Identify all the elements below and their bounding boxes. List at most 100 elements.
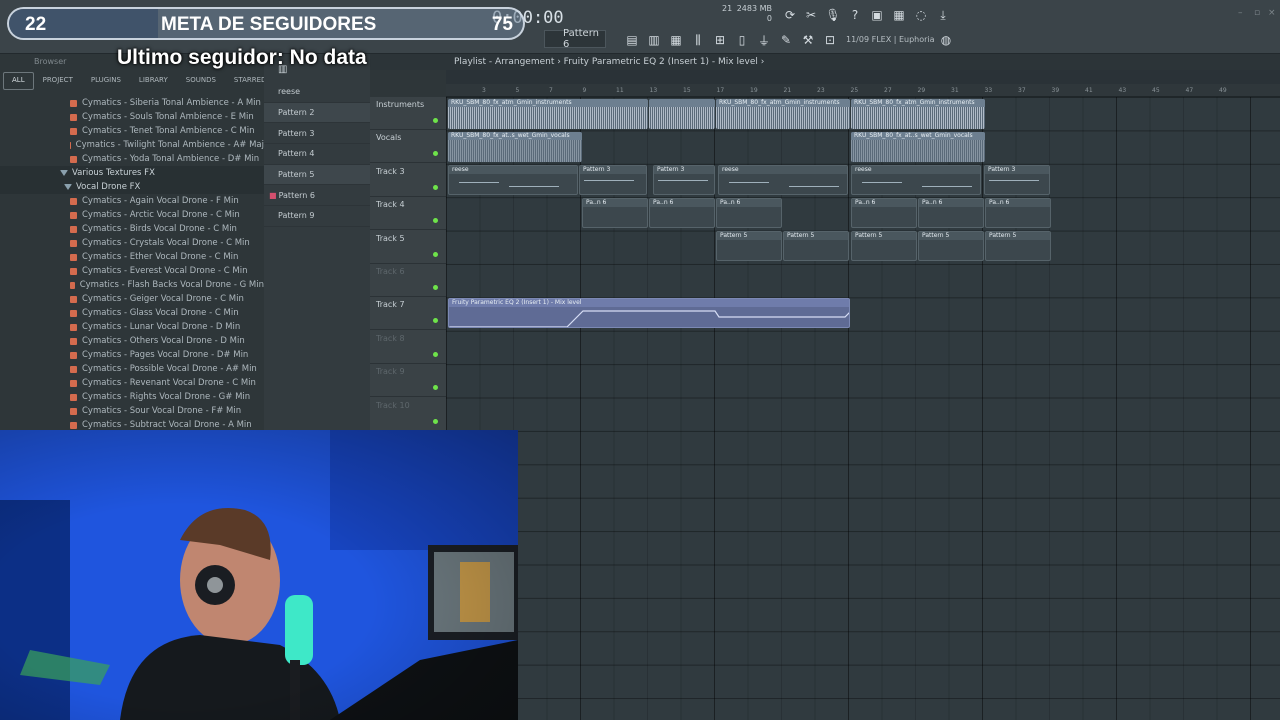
automation-clip[interactable]: Fruity Parametric EQ 2 (Insert 1) - Mix … [448, 298, 850, 328]
list-item[interactable]: Cymatics - Tenet Tonal Ambience - C Min [0, 124, 264, 138]
list-item[interactable]: Cymatics - Geiger Vocal Drone - C Min [0, 292, 264, 306]
pattern-item[interactable]: Pattern 9 [264, 206, 370, 227]
pattern-clip[interactable]: Pa..n 6 [716, 198, 782, 228]
list-item[interactable]: Cymatics - Ether Vocal Drone - C Min [0, 250, 264, 264]
track-header[interactable]: Track 5 [370, 231, 446, 264]
tab-library[interactable]: LIBRARY [130, 72, 177, 90]
audio-clip[interactable]: RKU_SBM_80_fx_at..s_wet_Gmin_vocals [851, 132, 985, 162]
tab-all[interactable]: ALL [3, 72, 34, 90]
pattern-item[interactable]: reese [264, 82, 370, 103]
audio-clip[interactable] [649, 99, 715, 129]
mixer-icon[interactable]: ⫼ [688, 30, 708, 50]
pattern-clip[interactable]: Pa..n 6 [851, 198, 917, 228]
list-item[interactable]: Cymatics - Siberia Tonal Ambience - A Mi… [0, 96, 264, 110]
track-header[interactable]: Track 8 [370, 331, 446, 364]
track-mute-led[interactable] [433, 418, 438, 424]
list-item[interactable]: Cymatics - Twilight Tonal Ambience - A# … [0, 138, 264, 152]
save-icon[interactable]: ▣ [867, 5, 887, 25]
playlist-grid[interactable]: RKU_SBM_80_fx_atm_Gmin_instruments RKU_S… [446, 97, 1280, 720]
timeline-ruler[interactable]: 3 5 7 9 11 13 15 17 19 21 23 25 27 29 31 33 37 39 41 43 45 47… [446, 84, 1280, 97]
track-mute-led[interactable] [433, 285, 438, 290]
tools-icon[interactable]: ⚒ [798, 30, 818, 50]
track-header[interactable]: Track 3 [370, 164, 446, 197]
tab-plugins[interactable]: PLUGINS [82, 72, 130, 90]
list-item[interactable]: Cymatics - Possible Vocal Drone - A# Min [0, 362, 264, 376]
pattern-clip[interactable]: Pattern 3 [984, 165, 1050, 195]
pattern-clip[interactable]: Pa..n 6 [649, 198, 715, 228]
list-item[interactable]: Cymatics - Birds Vocal Drone - C Min [0, 222, 264, 236]
audio-clip[interactable]: RKU_SBM_80_fx_atm_Gmin_instruments [716, 99, 850, 129]
tab-project[interactable]: PROJECT [34, 72, 82, 90]
pattern-clip[interactable]: Pattern 5 [851, 231, 917, 261]
list-item[interactable]: Cymatics - Revenant Vocal Drone - C Min [0, 376, 264, 390]
list-item[interactable]: Cymatics - Souls Tonal Ambience - E Min [0, 110, 264, 124]
pattern-clip[interactable]: Pa..n 6 [985, 198, 1051, 228]
track-mute-led[interactable] [433, 151, 438, 157]
pattern-selector[interactable]: Pattern 6 [544, 28, 606, 50]
playlist-icon[interactable]: ▤ [622, 30, 642, 50]
globe-icon[interactable]: ◍ [936, 30, 956, 50]
refresh-icon[interactable]: ⟳ [780, 5, 800, 25]
pattern-clip[interactable]: Pa..n 6 [918, 198, 984, 228]
pattern-clip[interactable]: Pattern 5 [716, 231, 782, 261]
pattern-clip[interactable]: reese [448, 165, 578, 195]
file-icon[interactable]: ▯ [732, 30, 752, 50]
chat-icon[interactable]: ◌ [911, 5, 931, 25]
list-item[interactable]: Cymatics - Others Vocal Drone - D Min [0, 334, 264, 348]
track-mute-led[interactable] [433, 184, 438, 190]
track-header[interactable]: Track 6 [370, 264, 446, 297]
tab-sounds[interactable]: SOUNDS [177, 72, 225, 90]
track-header[interactable]: Track 7 [370, 297, 446, 331]
track-mute-led[interactable] [433, 251, 438, 257]
folder-item[interactable]: Various Textures FX [0, 166, 264, 180]
close-icon[interactable]: × [1268, 8, 1276, 18]
track-header[interactable]: Vocals [370, 130, 446, 164]
folder-item[interactable]: Vocal Drone FX [0, 180, 264, 194]
list-item[interactable]: Cymatics - Crystals Vocal Drone - C Min [0, 236, 264, 250]
pattern-clip[interactable]: Pattern 3 [653, 165, 715, 195]
track-mute-led[interactable] [433, 385, 438, 391]
pattern-clip[interactable]: Pattern 5 [918, 231, 984, 261]
list-item[interactable]: Cymatics - Glass Vocal Drone - C Min [0, 306, 264, 320]
download-icon[interactable]: ⤓ [933, 5, 953, 25]
pattern-item[interactable]: Pattern 2 [264, 102, 370, 124]
channel-rack-icon[interactable]: ▦ [666, 30, 686, 50]
browser-icon[interactable]: ⊞ [710, 30, 730, 50]
brush-icon[interactable]: ✎ [776, 30, 796, 50]
track-header[interactable]: Track 4 [370, 197, 446, 231]
pattern-clip[interactable]: Pattern 5 [783, 231, 849, 261]
track-header[interactable]: Instruments [370, 97, 446, 130]
track-header[interactable]: Track 10 [370, 398, 446, 431]
track-header[interactable]: Track 9 [370, 364, 446, 398]
track-mute-led[interactable] [433, 118, 438, 123]
audio-clip[interactable]: RKU_SBM_80_fx_atm_Gmin_instruments [448, 99, 648, 129]
cut-icon[interactable]: ✂ [801, 5, 821, 25]
pattern-item[interactable]: ■ Pattern 6 [264, 185, 370, 207]
microphone-icon[interactable]: 🎙 [823, 5, 843, 25]
list-item[interactable]: Cymatics - Everest Vocal Drone - C Min [0, 264, 264, 278]
list-item[interactable]: Cymatics - Sour Vocal Drone - F# Min [0, 404, 264, 418]
list-item[interactable]: Cymatics - Arctic Vocal Drone - C Min [0, 208, 264, 222]
audio-clip[interactable]: RKU_SBM_80_fx_at..s_wet_Gmin_vocals [448, 132, 582, 162]
piano-roll-icon[interactable]: ▥ [644, 30, 664, 50]
plug-icon[interactable]: ⏚ [754, 30, 774, 50]
track-mute-led[interactable] [433, 351, 438, 357]
pattern-item[interactable]: Pattern 3 [264, 123, 370, 145]
list-item[interactable]: Cymatics - Flash Backs Vocal Drone - G M… [0, 278, 264, 292]
list-item[interactable]: Cymatics - Yoda Tonal Ambience - D# Min [0, 152, 264, 166]
audio-clip[interactable]: RKU_SBM_80_fx_atm_Gmin_instruments [851, 99, 985, 129]
track-mute-led[interactable] [433, 318, 438, 324]
pattern-item[interactable]: Pattern 5 [264, 164, 370, 186]
help-icon[interactable]: ? [845, 5, 865, 25]
track-mute-led[interactable] [433, 218, 438, 224]
pattern-clip[interactable]: reese [851, 165, 981, 195]
pattern-clip[interactable]: Pattern 3 [579, 165, 647, 195]
plugin-icon[interactable]: ▦ [889, 5, 909, 25]
list-item[interactable]: Cymatics - Again Vocal Drone - F Min [0, 194, 264, 208]
pattern-clip[interactable]: Pattern 5 [985, 231, 1051, 261]
pattern-item[interactable]: Pattern 4 [264, 144, 370, 165]
list-item[interactable]: Cymatics - Pages Vocal Drone - D# Min [0, 348, 264, 362]
cart-icon[interactable]: ⊡ [820, 30, 840, 50]
maximize-icon[interactable]: ▫ [1254, 8, 1260, 18]
pattern-clip[interactable]: reese [718, 165, 848, 195]
